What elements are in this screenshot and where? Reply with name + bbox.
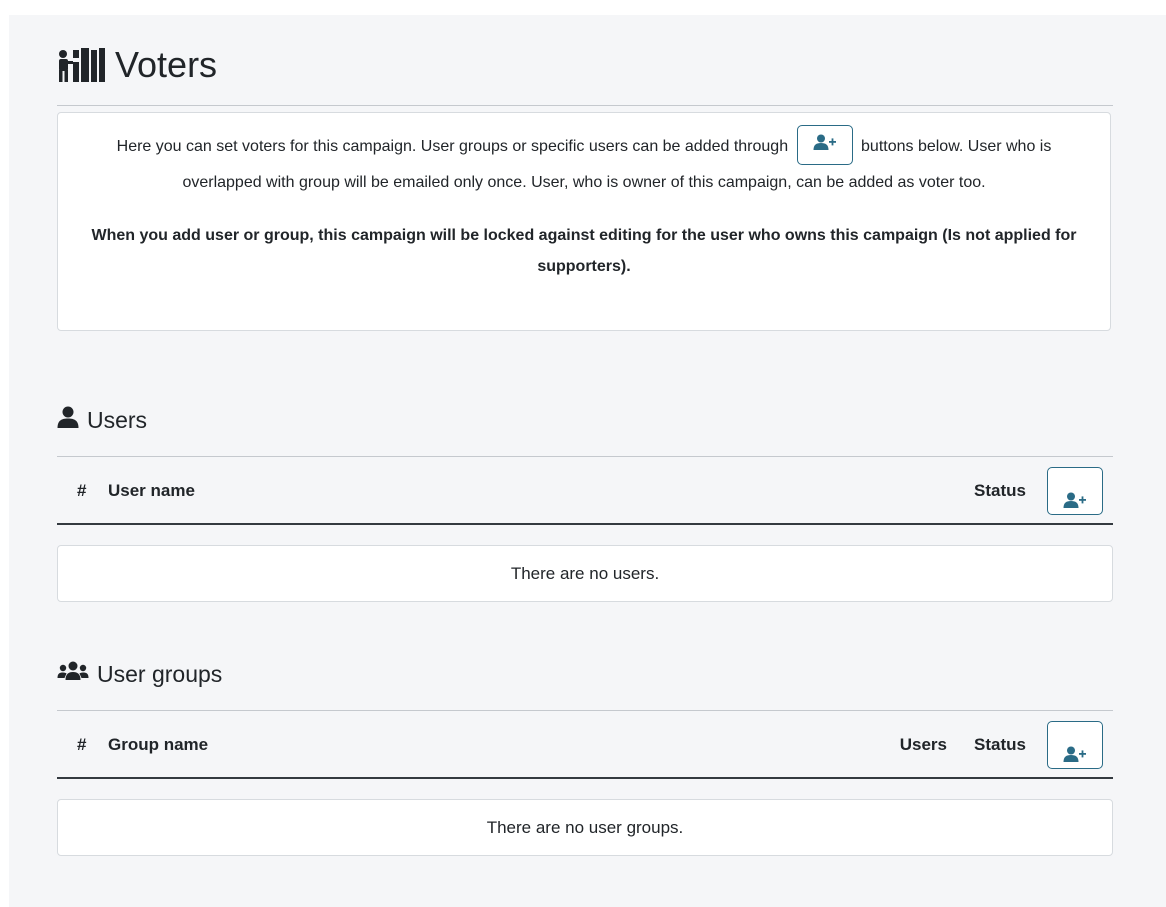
groups-col-status: Status: [974, 735, 1026, 754]
groups-empty-text: There are no user groups.: [486, 817, 684, 837]
users-empty-message: There are no users.: [57, 545, 1113, 602]
groups-col-number: #: [77, 735, 87, 754]
groups-heading: User groups: [57, 660, 222, 688]
user-plus-icon: [1063, 746, 1087, 767]
groups-col-users: Users: [899, 735, 947, 754]
info-text: Here you can set voters for this campaig…: [82, 125, 1086, 198]
users-col-name: User name: [108, 481, 195, 500]
page-header: Voters: [57, 40, 217, 90]
groups-heading-label: User groups: [97, 660, 223, 687]
users-table-header: # User name Status: [57, 457, 1113, 525]
add-group-button[interactable]: [1047, 721, 1103, 769]
users-icon: [57, 660, 89, 688]
user-icon: [57, 406, 79, 434]
title-divider: [57, 105, 1113, 106]
users-empty-text: There are no users.: [510, 563, 660, 583]
groups-empty-message: There are no user groups.: [57, 799, 1113, 856]
groups-table-header: # Group name Users Status: [57, 711, 1113, 779]
info-text-before: Here you can set voters for this campaig…: [116, 138, 789, 156]
page-title: Voters: [115, 44, 218, 85]
voting-people-icon: [57, 46, 107, 84]
info-box: Here you can set voters for this campaig…: [57, 112, 1111, 331]
user-plus-icon: [1063, 492, 1087, 513]
users-heading: Users: [57, 406, 147, 434]
add-user-button[interactable]: [1047, 467, 1103, 515]
info-warning: When you add user or group, this campaig…: [91, 227, 1077, 275]
groups-col-name: Group name: [108, 735, 209, 754]
user-plus-icon: [813, 130, 837, 161]
users-col-number: #: [77, 481, 87, 500]
users-heading-label: Users: [87, 406, 148, 433]
inline-add-user-button: [796, 125, 853, 165]
users-col-status: Status: [974, 481, 1026, 500]
